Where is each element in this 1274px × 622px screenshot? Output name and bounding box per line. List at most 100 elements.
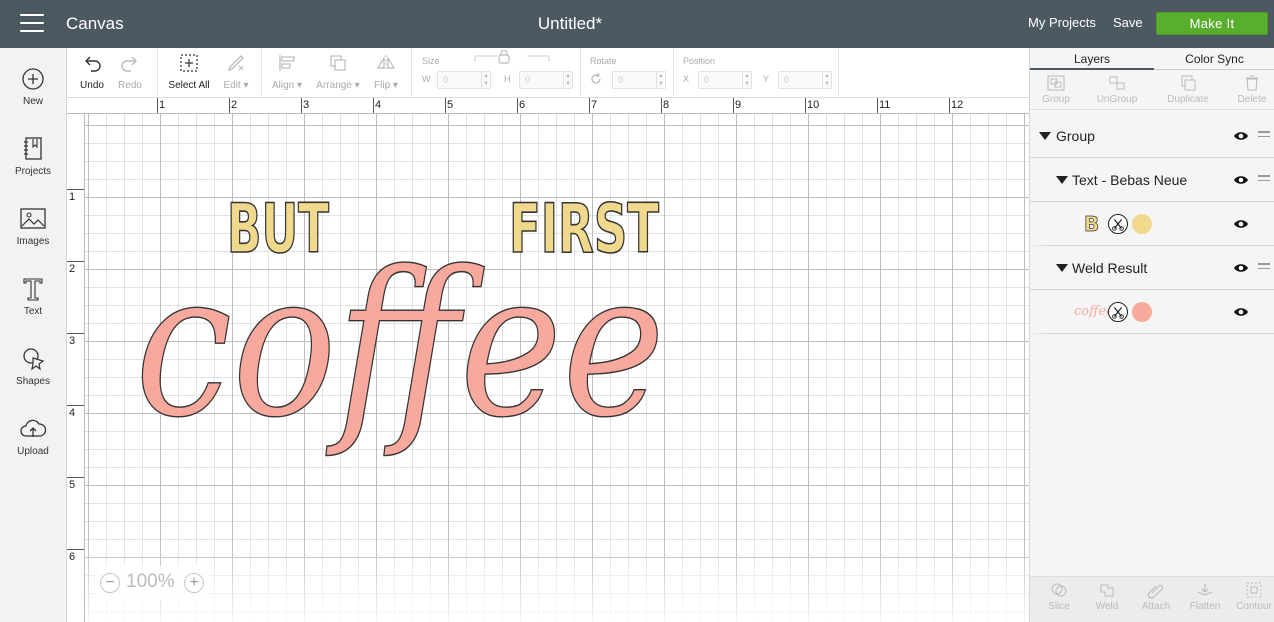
flip-text: Flip xyxy=(374,80,391,91)
tab-layers[interactable]: Layers xyxy=(1030,52,1154,66)
width-input[interactable]: 0 ▲ ▼ xyxy=(437,71,491,89)
scissors-icon[interactable] xyxy=(1108,302,1128,322)
h-axis-label: H xyxy=(504,74,511,84)
ruler-number: 3 xyxy=(69,335,76,347)
sidebar-item-text[interactable]: Text xyxy=(0,274,66,332)
ruler-number: 5 xyxy=(69,479,76,491)
color-swatch[interactable] xyxy=(1132,302,1152,322)
design-script-coffee[interactable]: coffee xyxy=(134,228,665,462)
make-it-button[interactable]: Make It xyxy=(1156,12,1268,35)
zoom-control: − 100% + xyxy=(95,566,209,600)
height-stepper[interactable]: ▲ ▼ xyxy=(563,72,572,88)
horizontal-ruler: 1 2 3 4 5 6 7 8 9 10 11 12 xyxy=(67,98,1029,114)
ungroup-button[interactable]: UnGroup xyxy=(1092,74,1142,105)
height-input[interactable]: 0 ▲ ▼ xyxy=(519,71,573,89)
sidebar-item-label: Upload xyxy=(17,446,49,457)
drag-handle-icon[interactable] xyxy=(1258,175,1270,183)
layer-actions: Group UnGroup Duplicate Delete xyxy=(1030,70,1274,110)
y-stepper[interactable]: ▲ ▼ xyxy=(822,72,831,88)
text-t-icon xyxy=(23,278,43,301)
sidebar-item-label: Shapes xyxy=(16,376,50,387)
design-artwork[interactable]: BUT FIRST coffee xyxy=(85,114,1029,622)
collapse-triangle-icon[interactable] xyxy=(1056,264,1068,272)
ruler-tick xyxy=(517,98,518,113)
toolbar-divider xyxy=(580,48,581,96)
flatten-label: Flatten xyxy=(1189,601,1221,612)
lock-icon[interactable] xyxy=(472,50,552,64)
contour-button[interactable]: Contour xyxy=(1234,581,1274,612)
layer-row-group[interactable]: Group xyxy=(1030,114,1274,158)
undo-label: Undo xyxy=(80,80,104,91)
zoom-out-button[interactable]: − xyxy=(100,573,120,593)
toolbar-divider xyxy=(411,48,412,96)
save-button[interactable]: Save xyxy=(1113,15,1143,30)
weld-label: Weld xyxy=(1095,601,1119,612)
color-swatch[interactable] xyxy=(1132,214,1152,234)
top-bar: Canvas Untitled* My Projects Save Make I… xyxy=(0,0,1274,48)
width-stepper[interactable]: ▲ ▼ xyxy=(481,72,490,88)
slice-button[interactable]: Slice xyxy=(1044,581,1074,612)
layer-row-weld[interactable]: Weld Result xyxy=(1030,246,1274,290)
tab-color-sync[interactable]: Color Sync xyxy=(1154,52,1274,66)
attach-button[interactable]: Attach xyxy=(1138,581,1174,612)
group-button[interactable]: Group xyxy=(1038,74,1074,105)
undo-button[interactable]: Undo xyxy=(79,52,105,91)
layer-row-text[interactable]: Text - Bebas Neue xyxy=(1030,158,1274,202)
eye-icon[interactable] xyxy=(1233,262,1249,274)
drag-handle-icon[interactable] xyxy=(1258,263,1270,271)
layer-row-text-item[interactable]: B xyxy=(1030,202,1274,246)
sidebar-item-projects[interactable]: Projects xyxy=(0,134,66,192)
edit-menu-button[interactable]: Edit ▾ xyxy=(221,52,251,91)
eye-icon[interactable] xyxy=(1233,130,1249,142)
duplicate-button[interactable]: Duplicate xyxy=(1160,74,1216,105)
ruler-number: 7 xyxy=(591,99,598,111)
x-position-input[interactable]: 0 ▲ ▼ xyxy=(698,71,752,89)
sidebar-item-label: Text xyxy=(23,306,43,317)
scissors-icon[interactable] xyxy=(1108,214,1128,234)
align-menu-button[interactable]: Align ▾ xyxy=(269,52,305,91)
rotate-input[interactable]: 0 ▲ ▼ xyxy=(612,71,666,89)
edit-label: Edit ▾ xyxy=(223,80,249,91)
sidebar-item-label: Projects xyxy=(14,166,52,177)
group-label: Group xyxy=(1042,94,1070,105)
x-stepper[interactable]: ▲ ▼ xyxy=(742,72,751,88)
layer-row-weld-item[interactable]: coffee xyxy=(1030,290,1274,334)
redo-button[interactable]: Redo xyxy=(117,52,143,91)
document-title[interactable]: Untitled* xyxy=(0,14,1140,34)
design-canvas[interactable]: BUT FIRST coffee xyxy=(85,114,1029,622)
eye-icon[interactable] xyxy=(1233,306,1249,318)
select-all-button[interactable]: Select All xyxy=(167,52,211,91)
rotate-stepper[interactable]: ▲ ▼ xyxy=(656,72,665,88)
ruler-tick xyxy=(67,477,84,478)
width-value: 0 xyxy=(443,75,449,85)
arrange-menu-button[interactable]: Arrange ▾ xyxy=(315,52,361,91)
y-value: 0 xyxy=(784,75,790,85)
collapse-triangle-icon[interactable] xyxy=(1056,176,1068,184)
sidebar-item-images[interactable]: Images xyxy=(0,204,66,262)
ruler-number: 3 xyxy=(303,99,310,111)
y-position-input[interactable]: 0 ▲ ▼ xyxy=(778,71,832,89)
my-projects-link[interactable]: My Projects xyxy=(1028,15,1096,30)
flip-menu-button[interactable]: Flip ▾ xyxy=(371,52,401,91)
shapes-icon xyxy=(23,348,45,371)
delete-button[interactable]: Delete xyxy=(1234,74,1270,105)
collapse-triangle-icon[interactable] xyxy=(1039,132,1051,140)
notebook-icon xyxy=(24,137,42,160)
sidebar-item-new[interactable]: New xyxy=(0,64,66,122)
eye-icon[interactable] xyxy=(1233,174,1249,186)
cloud-upload-icon xyxy=(20,419,47,437)
ruler-number: 4 xyxy=(69,407,76,419)
ruler-number: 2 xyxy=(231,99,238,111)
drag-handle-icon[interactable] xyxy=(1258,131,1270,139)
align-text: Align xyxy=(271,80,295,91)
sidebar-item-upload[interactable]: Upload xyxy=(0,414,66,472)
weld-button[interactable]: Weld xyxy=(1092,581,1122,612)
layer-thumbnail: B xyxy=(1084,212,1100,237)
paperclip-icon xyxy=(1147,584,1164,599)
eye-icon[interactable] xyxy=(1233,218,1249,230)
ruler-tick xyxy=(373,98,374,113)
flatten-button[interactable]: Flatten xyxy=(1186,581,1224,612)
sidebar-item-shapes[interactable]: Shapes xyxy=(0,344,66,402)
zoom-in-button[interactable]: + xyxy=(184,573,204,593)
left-sidebar: New Projects Images Text Shapes Upload xyxy=(0,48,67,622)
